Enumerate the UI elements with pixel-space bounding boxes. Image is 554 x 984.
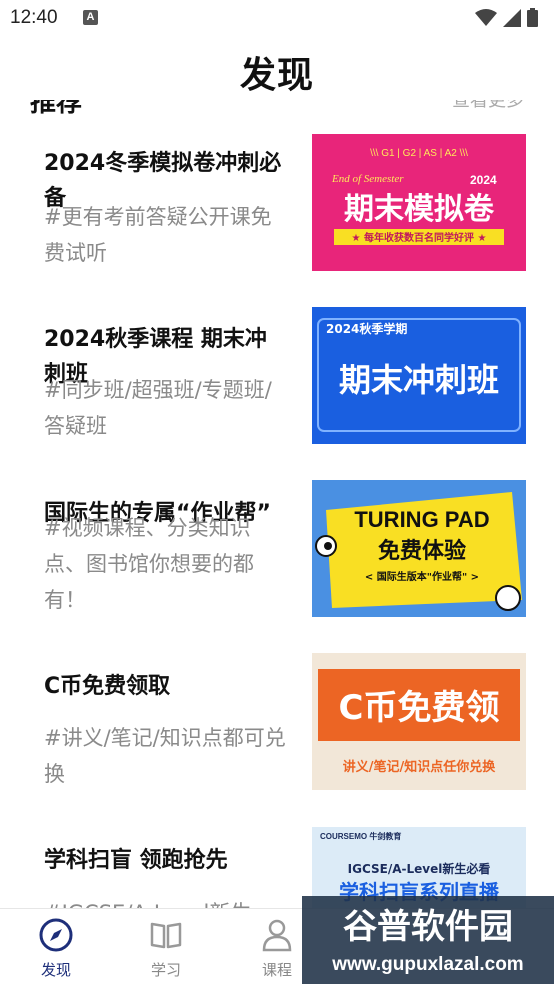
course-card-autumn-final[interactable]: 2024秋季课程 期末冲刺班 #同步班/超强班/专题班/答疑班 2024秋季学期… bbox=[0, 307, 554, 457]
thumb-sub: 讲义/笔记/知识点任你兑换 bbox=[343, 759, 496, 775]
card-description: #更有考前答疑公开课免费试听 bbox=[44, 205, 272, 265]
thumb-line3: < 国际生版本"作业帮" > bbox=[365, 570, 479, 583]
card-title: C币免费领取 bbox=[44, 674, 171, 699]
thumb-graphic: TURING PAD 免费体验 < 国际生版本"作业帮" > bbox=[312, 480, 526, 617]
course-card-turing-pad[interactable]: 国际生的专属“作业帮” #视频课程、分类知识点、图书馆你想要的都有！ TURIN… bbox=[0, 480, 554, 630]
thumb-line2: 免费体验 bbox=[378, 538, 466, 564]
wifi-icon bbox=[475, 8, 497, 26]
card-thumbnail: TURING PAD 免费体验 < 国际生版本"作业帮" > bbox=[312, 480, 526, 617]
thumb-footer: ★ 每年收获数百名同学好评 ★ bbox=[352, 231, 487, 244]
thumb-brand: COURSEMO 牛剑教育 bbox=[320, 831, 401, 841]
page-title: 发现 bbox=[239, 55, 314, 96]
card-description: #IGCSE/A-Level新生 bbox=[44, 895, 286, 908]
view-more-link[interactable]: 查看更多 bbox=[452, 100, 524, 112]
cell-signal-icon bbox=[503, 8, 521, 27]
thumb-badge: 2024秋季学期 bbox=[326, 321, 407, 336]
notification-icon: A bbox=[83, 10, 98, 25]
thumb-year: 2024 bbox=[470, 173, 497, 187]
status-icons bbox=[475, 8, 538, 27]
thumb-line1: TURING PAD bbox=[354, 507, 489, 532]
person-icon bbox=[262, 919, 292, 952]
discover-feed[interactable]: 推荐 查看更多 2024冬季模拟卷冲刺必备 #更有考前答疑公开课免费试听 \\\… bbox=[0, 100, 554, 908]
thumb-main: 期末模拟卷 bbox=[344, 192, 495, 227]
watermark-logo: 谷普软件园 www.gupuxlazal.com bbox=[302, 896, 554, 984]
thumb-main: 期末冲刺班 bbox=[339, 361, 499, 399]
thumb-graphic: C币免费领 讲义/笔记/知识点任你兑换 bbox=[312, 653, 526, 790]
course-card-c-coins[interactable]: C币免费领取 #讲义/笔记/知识点都可兑换 C币免费领 讲义/笔记/知识点任你兑… bbox=[0, 653, 554, 803]
thumb-tags: \\\ G1 | G2 | AS | A2 \\\ bbox=[370, 148, 468, 159]
book-icon bbox=[150, 922, 182, 949]
watermark-name: 谷普软件园 bbox=[343, 907, 513, 947]
status-bar: 12:40 A bbox=[0, 0, 554, 36]
card-description: #讲义/笔记/知识点都可兑换 bbox=[44, 726, 286, 786]
thumb-main: C币免费领 bbox=[339, 688, 500, 728]
card-title: 学科扫盲 领跑抢先 bbox=[44, 848, 228, 873]
watermark-url: www.gupuxlazal.com bbox=[331, 954, 523, 975]
thumb-line1: IGCSE/A-Level新生必看 bbox=[348, 861, 491, 876]
card-thumbnail: \\\ G1 | G2 | AS | A2 \\\ End of Semeste… bbox=[312, 134, 526, 271]
course-card-winter-mock[interactable]: 2024冬季模拟卷冲刺必备 #更有考前答疑公开课免费试听 \\\ G1 | G2… bbox=[0, 134, 554, 284]
card-thumbnail: C币免费领 讲义/笔记/知识点任你兑换 bbox=[312, 653, 526, 790]
tab-label: 学习 bbox=[150, 961, 181, 979]
battery-icon bbox=[527, 8, 538, 27]
status-time: 12:40 bbox=[10, 7, 58, 28]
thumb-sub: End of Semester bbox=[331, 173, 404, 185]
card-description: #同步班/超强班/专题班/答疑班 bbox=[44, 378, 272, 438]
compass-icon bbox=[39, 918, 73, 952]
thumb-graphic: 2024秋季学期 期末冲刺班 bbox=[312, 307, 526, 444]
card-description: #视频课程、分类知识点、图书馆你想要的都有！ bbox=[44, 516, 254, 612]
card-thumbnail: 2024秋季学期 期末冲刺班 bbox=[312, 307, 526, 444]
watermark-graphic: 谷普软件园 www.gupuxlazal.com bbox=[302, 896, 554, 984]
section-heading: 推荐 bbox=[30, 100, 83, 118]
tab-label: 发现 bbox=[40, 961, 71, 979]
tab-study[interactable]: 学习 bbox=[116, 909, 216, 984]
thumb-graphic: \\\ G1 | G2 | AS | A2 \\\ End of Semeste… bbox=[312, 134, 526, 271]
tab-discover[interactable]: 发现 bbox=[6, 909, 106, 984]
